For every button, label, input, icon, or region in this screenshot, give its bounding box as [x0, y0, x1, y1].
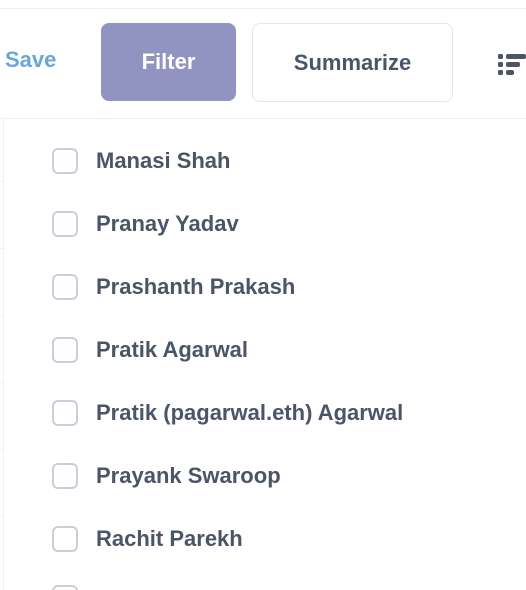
- filter-options-list: Manasi Shah Pranay Yadav Prashanth Praka…: [0, 129, 526, 570]
- checkbox[interactable]: [52, 336, 78, 363]
- checkbox[interactable]: [52, 210, 78, 237]
- save-button[interactable]: Save: [5, 47, 56, 73]
- filter-option-pranay-yadav[interactable]: Pranay Yadav: [0, 192, 526, 255]
- filter-option-manasi-shah[interactable]: Manasi Shah: [0, 129, 526, 192]
- option-label: Manasi Shah: [96, 147, 231, 173]
- toolbar: Save Filter Summarize: [0, 0, 526, 119]
- checkbox[interactable]: [52, 399, 78, 426]
- option-label: Prayank Swaroop: [96, 462, 281, 488]
- summarize-button[interactable]: Summarize: [252, 23, 453, 102]
- filter-option-prashanth-prakash[interactable]: Prashanth Prakash: [0, 255, 526, 318]
- option-label: Rachit Parekh: [96, 525, 243, 551]
- checkbox[interactable]: [52, 147, 78, 174]
- option-label: Pratik Agarwal: [96, 336, 249, 362]
- filter-button[interactable]: Filter: [101, 23, 236, 101]
- filter-option-rachit-parekh[interactable]: Rachit Parekh: [0, 507, 526, 570]
- checkbox[interactable]: [52, 273, 78, 300]
- option-label: Pratik (pagarwal.eth) Agarwal: [96, 399, 404, 425]
- filter-option-pratik-agarwal[interactable]: Pratik Agarwal: [0, 318, 526, 381]
- checkbox[interactable]: [52, 462, 78, 489]
- divider: [0, 8, 526, 9]
- filter-option-prayank-swaroop[interactable]: Prayank Swaroop: [0, 444, 526, 507]
- filter-option-pratik-pagarwal-eth-agarwal[interactable]: Pratik (pagarwal.eth) Agarwal: [0, 381, 526, 444]
- list-icon[interactable]: [496, 51, 526, 77]
- option-label: Prashanth Prakash: [96, 273, 296, 299]
- checkbox[interactable]: [52, 585, 78, 590]
- checkbox[interactable]: [52, 525, 78, 552]
- filter-button-label: Filter: [141, 49, 196, 74]
- option-label: Pranay Yadav: [96, 210, 239, 236]
- page: Save Filter Summarize Manasi Shah Pranay…: [0, 0, 526, 590]
- summarize-button-label: Summarize: [293, 49, 412, 75]
